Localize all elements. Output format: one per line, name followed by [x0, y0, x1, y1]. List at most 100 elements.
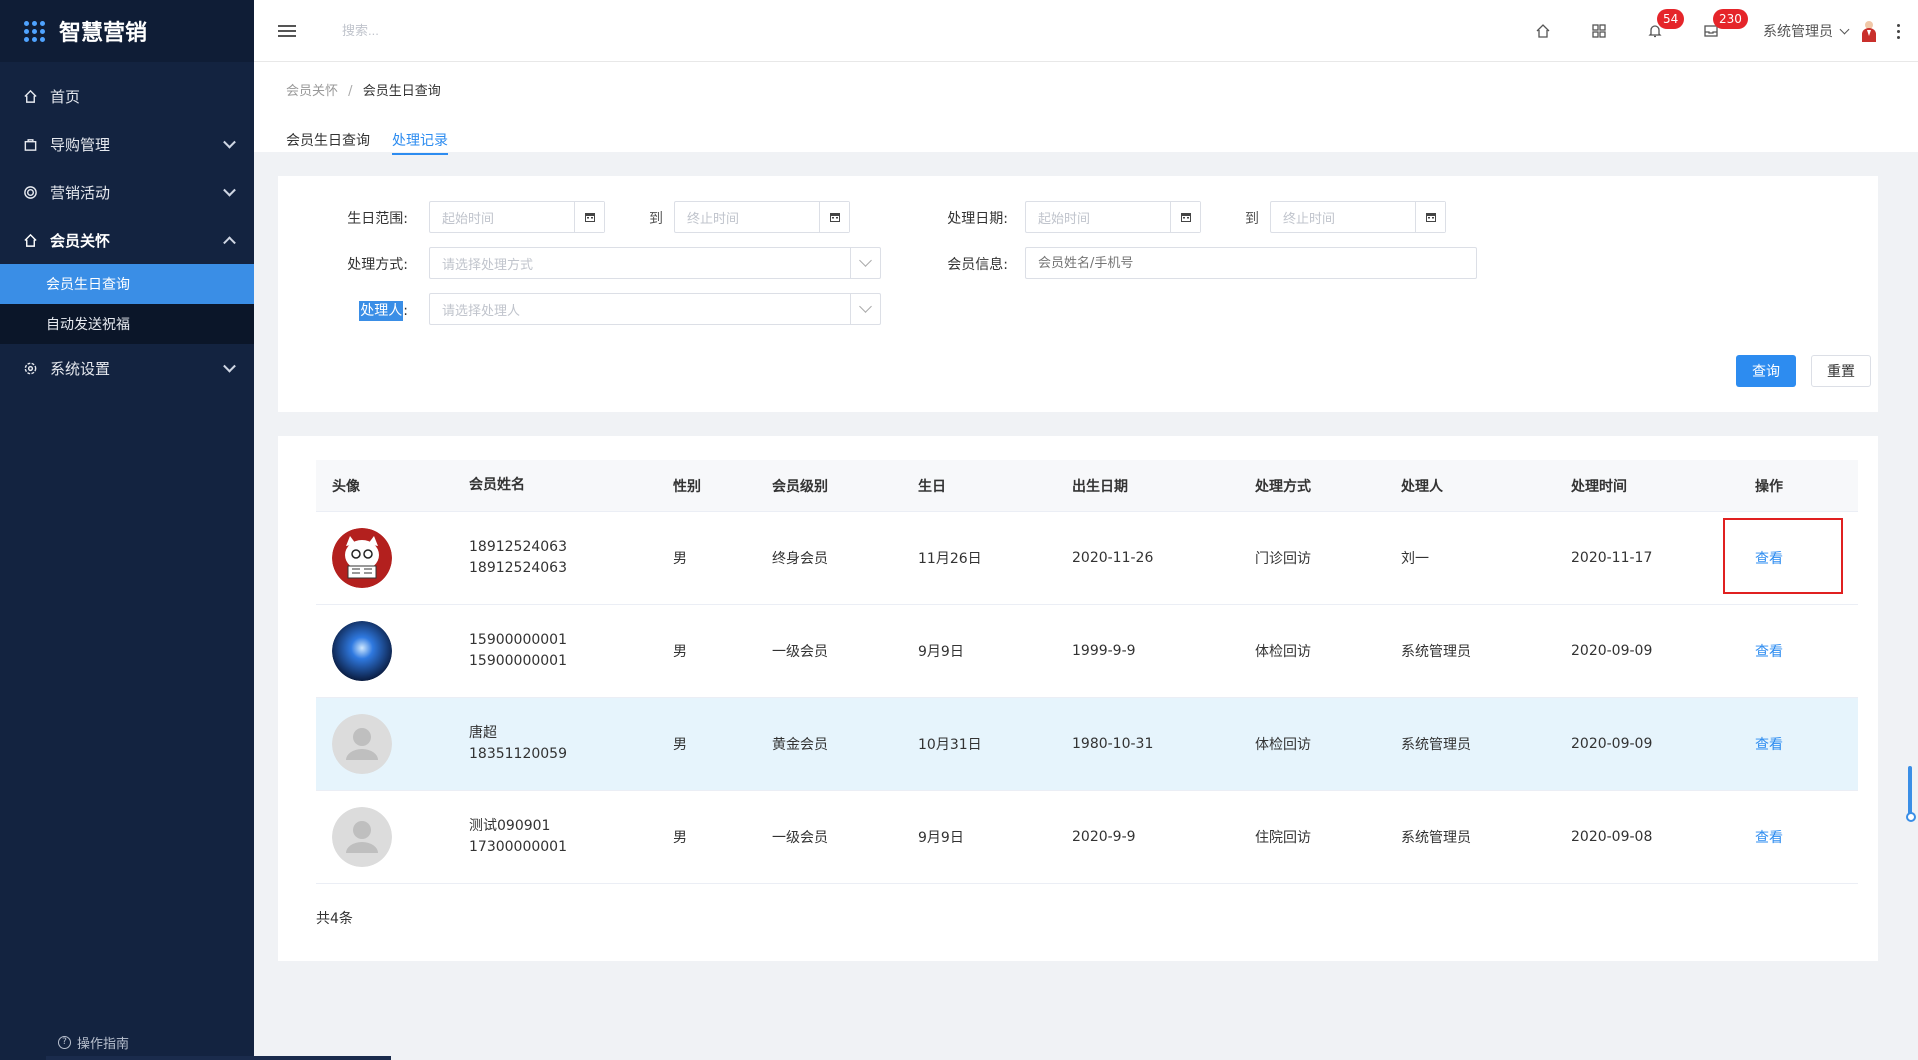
member-phone: 15900000001 — [469, 653, 567, 669]
page-scrollbar[interactable] — [1908, 766, 1912, 818]
messages-badge: 230 — [1713, 9, 1748, 29]
operation-guide-link[interactable]: ? 操作指南 — [58, 1033, 129, 1052]
apps-grid-icon — [24, 20, 45, 42]
sidebar-subitem-auto-greeting[interactable]: 自动发送祝福 — [0, 304, 254, 344]
gender-cell: 男 — [673, 830, 687, 846]
menu-toggle-icon[interactable] — [278, 22, 296, 40]
avatar-cell — [316, 528, 469, 588]
process-date-start-placeholder: 起始时间 — [1038, 211, 1091, 227]
process-method-label: 处理方式: — [347, 257, 408, 273]
search-button[interactable]: 查询 — [1736, 355, 1796, 387]
sidebar-item-member-care[interactable]: 会员关怀 — [0, 216, 254, 264]
level-cell: 终身会员 — [772, 551, 828, 567]
member-phone: 17300000001 — [469, 839, 567, 855]
page-header: 会员关怀 / 会员生日查询 会员生日查询 处理记录 — [254, 62, 1918, 155]
method-cell: 体检回访 — [1255, 737, 1311, 753]
avatar-cell — [316, 621, 469, 681]
process-date-end-input[interactable]: 终止时间 — [1270, 201, 1446, 233]
member-name-cell: 18912524063 18912524063 — [469, 537, 673, 579]
reset-button[interactable]: 重置 — [1811, 355, 1871, 387]
home-shortcut-button[interactable] — [1515, 0, 1571, 62]
records-panel: 头像 会员姓名 性别 会员级别 生日 出生日期 处理方式 处理人 处理时间 操作 — [278, 436, 1878, 961]
tab-process-records[interactable]: 处理记录 — [392, 130, 448, 155]
process-method-placeholder: 请选择处理方式 — [442, 257, 534, 273]
time-cell: 2020-11-17 — [1571, 550, 1653, 566]
tab-bar: 会员生日查询 处理记录 — [286, 130, 470, 155]
birthday-end-input[interactable]: 终止时间 — [674, 201, 850, 233]
calendar-icon[interactable] — [1415, 202, 1445, 232]
chevron-down-icon — [223, 183, 236, 197]
avatar-cell — [316, 714, 469, 774]
sidebar-item-marketing[interactable]: 营销活动 — [0, 168, 254, 216]
tab-birthday-query[interactable]: 会员生日查询 — [286, 130, 370, 155]
birth-date-cell: 1999-9-9 — [1072, 643, 1136, 659]
header-actions: 54 230 系统管理员 — [1515, 0, 1918, 62]
column-header: 处理方式 — [1255, 478, 1311, 495]
search-input[interactable] — [342, 23, 642, 38]
birth-date-cell: 2020-9-9 — [1072, 829, 1136, 845]
view-link[interactable]: 查看 — [1755, 737, 1783, 753]
column-header: 生日 — [918, 478, 946, 495]
avatar-cell — [316, 807, 469, 867]
birthday-cell: 10月31日 — [918, 737, 982, 753]
action-cell: 查看 — [1723, 518, 1858, 594]
calendar-icon[interactable] — [819, 202, 849, 232]
process-method-select[interactable]: 请选择处理方式 — [429, 247, 881, 279]
member-info-input[interactable] — [1025, 247, 1477, 279]
view-link[interactable]: 查看 — [1755, 830, 1783, 846]
chevron-down-icon[interactable] — [850, 248, 880, 278]
view-link[interactable]: 查看 — [1755, 644, 1783, 660]
user-menu[interactable]: 系统管理员 — [1763, 20, 1878, 42]
birth-date-cell: 2020-11-26 — [1072, 550, 1154, 566]
messages-button[interactable]: 230 — [1683, 0, 1748, 62]
sidebar-item-guide-management[interactable]: 导购管理 — [0, 120, 254, 168]
bottom-scrollbar[interactable] — [46, 1056, 391, 1060]
handler-select[interactable]: 请选择处理人 — [429, 293, 881, 325]
birthday-cell: 11月26日 — [918, 551, 982, 567]
calendar-icon[interactable] — [1170, 202, 1200, 232]
breadcrumb-separator: / — [348, 84, 353, 99]
records-table: 头像 会员姓名 性别 会员级别 生日 出生日期 处理方式 处理人 处理时间 操作 — [316, 460, 1858, 884]
member-name: 唐超 — [469, 725, 497, 741]
guide-label: 操作指南 — [77, 1037, 130, 1052]
process-date-start-input[interactable]: 起始时间 — [1025, 201, 1201, 233]
table-row[interactable]: 唐超 18351120059 男 黄金会员 10月31日 1980-10-31 … — [316, 698, 1858, 791]
table-row[interactable]: 测试090901 17300000001 男 一级会员 9月9日 2020-9-… — [316, 791, 1858, 884]
handler-label: 处理人: — [278, 300, 408, 321]
birthday-start-placeholder: 起始时间 — [442, 211, 495, 227]
chevron-down-icon[interactable] — [850, 294, 880, 324]
process-date-label: 处理日期: — [947, 211, 1008, 227]
birthday-start-input[interactable]: 起始时间 — [429, 201, 605, 233]
notifications-button[interactable]: 54 — [1627, 0, 1685, 62]
action-cell: 查看 — [1755, 734, 1858, 754]
column-header: 会员姓名 — [469, 477, 525, 493]
action-cell: 查看 — [1755, 827, 1858, 847]
sidebar-subitem-birthday-query[interactable]: 会员生日查询 — [0, 264, 254, 304]
column-header: 处理人 — [1401, 478, 1443, 495]
sidebar-item-label: 营销活动 — [50, 183, 111, 202]
view-link[interactable]: 查看 — [1755, 551, 1783, 567]
app-logo[interactable]: 智慧营销 — [0, 0, 254, 62]
sidebar-item-home[interactable]: 首页 — [0, 72, 254, 120]
calendar-icon[interactable] — [574, 202, 604, 232]
column-header: 会员级别 — [772, 478, 828, 495]
handler-cell: 系统管理员 — [1401, 737, 1471, 753]
column-header: 出生日期 — [1072, 478, 1128, 495]
apps-button[interactable] — [1571, 0, 1627, 62]
more-options-icon[interactable] — [1878, 0, 1918, 62]
chevron-down-icon — [223, 359, 236, 373]
breadcrumb-parent[interactable]: 会员关怀 — [286, 84, 338, 99]
column-header: 操作 — [1755, 478, 1783, 495]
sidebar: 智慧营销 首页 导购管理 营销活动 会员关怀 会员生日查询 自动发送祝福 系统设… — [0, 0, 391, 1060]
method-cell: 住院回访 — [1255, 830, 1311, 846]
filter-panel: 生日范围: 起始时间 到 终止时间 处理方式: 请选择处理方式 处理人: 请选择… — [278, 176, 1878, 412]
sidebar-item-system-settings[interactable]: 系统设置 — [0, 344, 254, 392]
table-row[interactable]: 15900000001 15900000001 男 一级会员 9月9日 1999… — [316, 605, 1858, 698]
sidebar-item-label: 会员关怀 — [50, 231, 111, 250]
table-row[interactable]: 18912524063 18912524063 男 终身会员 11月26日 20… — [316, 512, 1858, 605]
sidebar-item-label: 导购管理 — [50, 135, 111, 154]
scroll-handle[interactable] — [1906, 812, 1916, 822]
chevron-up-icon — [223, 236, 236, 250]
member-name-cell: 测试090901 17300000001 — [469, 816, 673, 858]
avatar — [332, 621, 392, 681]
